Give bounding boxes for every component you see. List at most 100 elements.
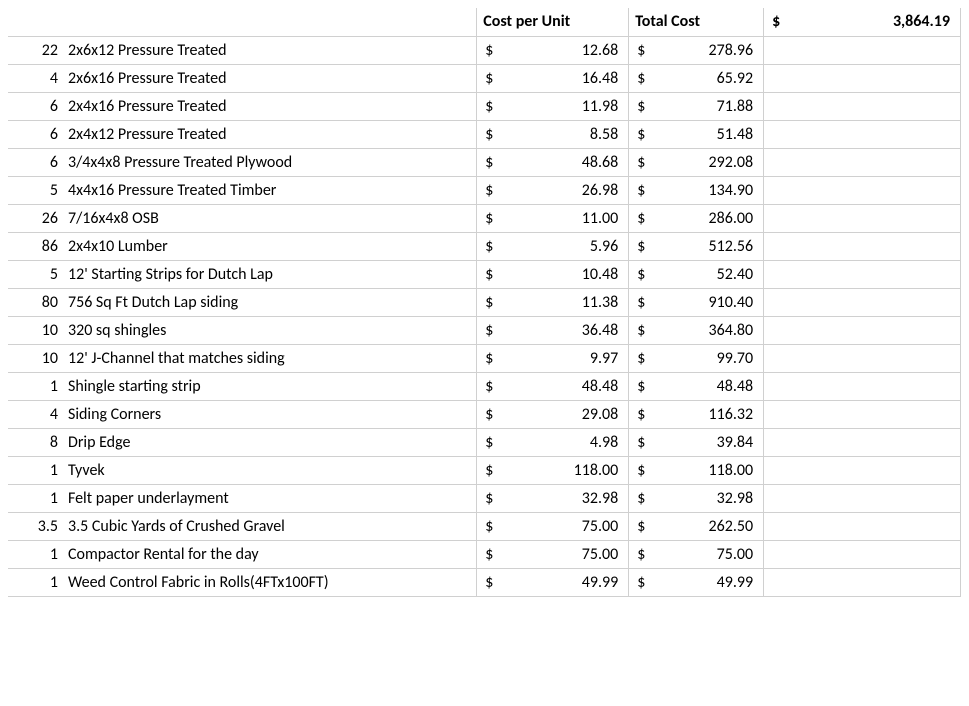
total-cost-cell: $75.00	[629, 540, 764, 568]
table-row: 1Weed Control Fabric in Rolls(4FTx100FT)…	[8, 568, 961, 596]
qty-cell: 1	[8, 484, 62, 512]
currency-symbol: $	[485, 293, 493, 312]
unit-cost-value: 11.98	[483, 97, 622, 116]
currency-symbol: $	[485, 321, 493, 340]
table-row: 80756 Sq Ft Dutch Lap siding$11.38$910.4…	[8, 288, 961, 316]
unit-cost-value: 75.00	[483, 517, 622, 536]
currency-symbol: $	[637, 125, 645, 144]
total-cost-cell: $39.84	[629, 428, 764, 456]
total-cost-value: 116.32	[635, 405, 757, 424]
unit-cost-cell: $32.98	[477, 484, 629, 512]
empty-cell	[764, 64, 961, 92]
unit-cost-value: 48.68	[483, 153, 622, 172]
total-cost-value: 75.00	[635, 545, 757, 564]
table-row: 267/16x4x8 OSB$11.00$286.00	[8, 204, 961, 232]
unit-cost-cell: $4.98	[477, 428, 629, 456]
currency-symbol: $	[637, 181, 645, 200]
total-cost-cell: $116.32	[629, 400, 764, 428]
unit-cost-value: 48.48	[483, 377, 622, 396]
table-row: 10320 sq shingles$36.48$364.80	[8, 316, 961, 344]
currency-symbol: $	[637, 265, 645, 284]
currency-symbol: $	[485, 489, 493, 508]
table-row: 1Compactor Rental for the day$75.00$75.0…	[8, 540, 961, 568]
qty-cell: 5	[8, 176, 62, 204]
table-row: 1Felt paper underlayment$32.98$32.98	[8, 484, 961, 512]
unit-cost-cell: $10.48	[477, 260, 629, 288]
currency-symbol: $	[637, 545, 645, 564]
empty-cell	[764, 344, 961, 372]
qty-cell: 10	[8, 316, 62, 344]
unit-cost-value: 36.48	[483, 321, 622, 340]
header-total-cost: Total Cost	[629, 8, 764, 36]
total-cost-cell: $118.00	[629, 456, 764, 484]
table-row: 222x6x12 Pressure Treated$12.68$278.96	[8, 36, 961, 64]
currency-symbol: $	[637, 237, 645, 256]
currency-symbol: $	[637, 69, 645, 88]
empty-cell	[764, 120, 961, 148]
table-row: 1Shingle starting strip$48.48$48.48	[8, 372, 961, 400]
total-cost-cell: $286.00	[629, 204, 764, 232]
qty-cell: 4	[8, 64, 62, 92]
total-cost-cell: $49.99	[629, 568, 764, 596]
description-cell: 2x4x12 Pressure Treated	[62, 120, 477, 148]
currency-symbol: $	[637, 517, 645, 536]
description-cell: 2x4x16 Pressure Treated	[62, 92, 477, 120]
empty-cell	[764, 204, 961, 232]
total-cost-cell: $364.80	[629, 316, 764, 344]
total-cost-cell: $134.90	[629, 176, 764, 204]
unit-cost-value: 11.00	[483, 209, 622, 228]
qty-cell: 1	[8, 372, 62, 400]
total-cost-cell: $99.70	[629, 344, 764, 372]
total-cost-cell: $32.98	[629, 484, 764, 512]
description-cell: 3.5 Cubic Yards of Crushed Gravel	[62, 512, 477, 540]
unit-cost-cell: $118.00	[477, 456, 629, 484]
unit-cost-value: 75.00	[483, 545, 622, 564]
total-cost-value: 65.92	[635, 69, 757, 88]
unit-cost-value: 49.99	[483, 573, 622, 592]
empty-cell	[764, 36, 961, 64]
empty-cell	[764, 232, 961, 260]
table-row: 62x4x16 Pressure Treated$11.98$71.88	[8, 92, 961, 120]
unit-cost-cell: $75.00	[477, 512, 629, 540]
currency-symbol: $	[485, 69, 493, 88]
total-cost-cell: $48.48	[629, 372, 764, 400]
unit-cost-cell: $75.00	[477, 540, 629, 568]
currency-symbol: $	[485, 153, 493, 172]
description-cell: 2x6x16 Pressure Treated	[62, 64, 477, 92]
total-cost-value: 278.96	[635, 41, 757, 60]
unit-cost-value: 16.48	[483, 69, 622, 88]
description-cell: 7/16x4x8 OSB	[62, 204, 477, 232]
qty-cell: 8	[8, 428, 62, 456]
unit-cost-cell: $12.68	[477, 36, 629, 64]
total-cost-cell: $910.40	[629, 288, 764, 316]
total-cost-value: 512.56	[635, 237, 757, 256]
qty-cell: 5	[8, 260, 62, 288]
currency-symbol: $	[485, 545, 493, 564]
description-cell: 756 Sq Ft Dutch Lap siding	[62, 288, 477, 316]
total-cost-value: 286.00	[635, 209, 757, 228]
total-cost-value: 71.88	[635, 97, 757, 116]
total-cost-value: 292.08	[635, 153, 757, 172]
table-row: 42x6x16 Pressure Treated$16.48$65.92	[8, 64, 961, 92]
currency-symbol: $	[485, 125, 493, 144]
unit-cost-cell: $11.98	[477, 92, 629, 120]
grand-total-cell: $ 3,864.19	[764, 8, 961, 36]
qty-cell: 3.5	[8, 512, 62, 540]
table-row: 3.53.5 Cubic Yards of Crushed Gravel$75.…	[8, 512, 961, 540]
total-cost-cell: $262.50	[629, 512, 764, 540]
table-row: 4Siding Corners$29.08$116.32	[8, 400, 961, 428]
currency-symbol: $	[485, 181, 493, 200]
empty-cell	[764, 372, 961, 400]
unit-cost-cell: $16.48	[477, 64, 629, 92]
description-cell: Tyvek	[62, 456, 477, 484]
currency-symbol: $	[485, 97, 493, 116]
unit-cost-value: 5.96	[483, 237, 622, 256]
currency-symbol: $	[485, 461, 493, 480]
currency-symbol: $	[772, 12, 780, 31]
description-cell: Siding Corners	[62, 400, 477, 428]
currency-symbol: $	[637, 321, 645, 340]
unit-cost-value: 12.68	[483, 41, 622, 60]
empty-cell	[764, 176, 961, 204]
qty-cell: 86	[8, 232, 62, 260]
total-cost-cell: $292.08	[629, 148, 764, 176]
